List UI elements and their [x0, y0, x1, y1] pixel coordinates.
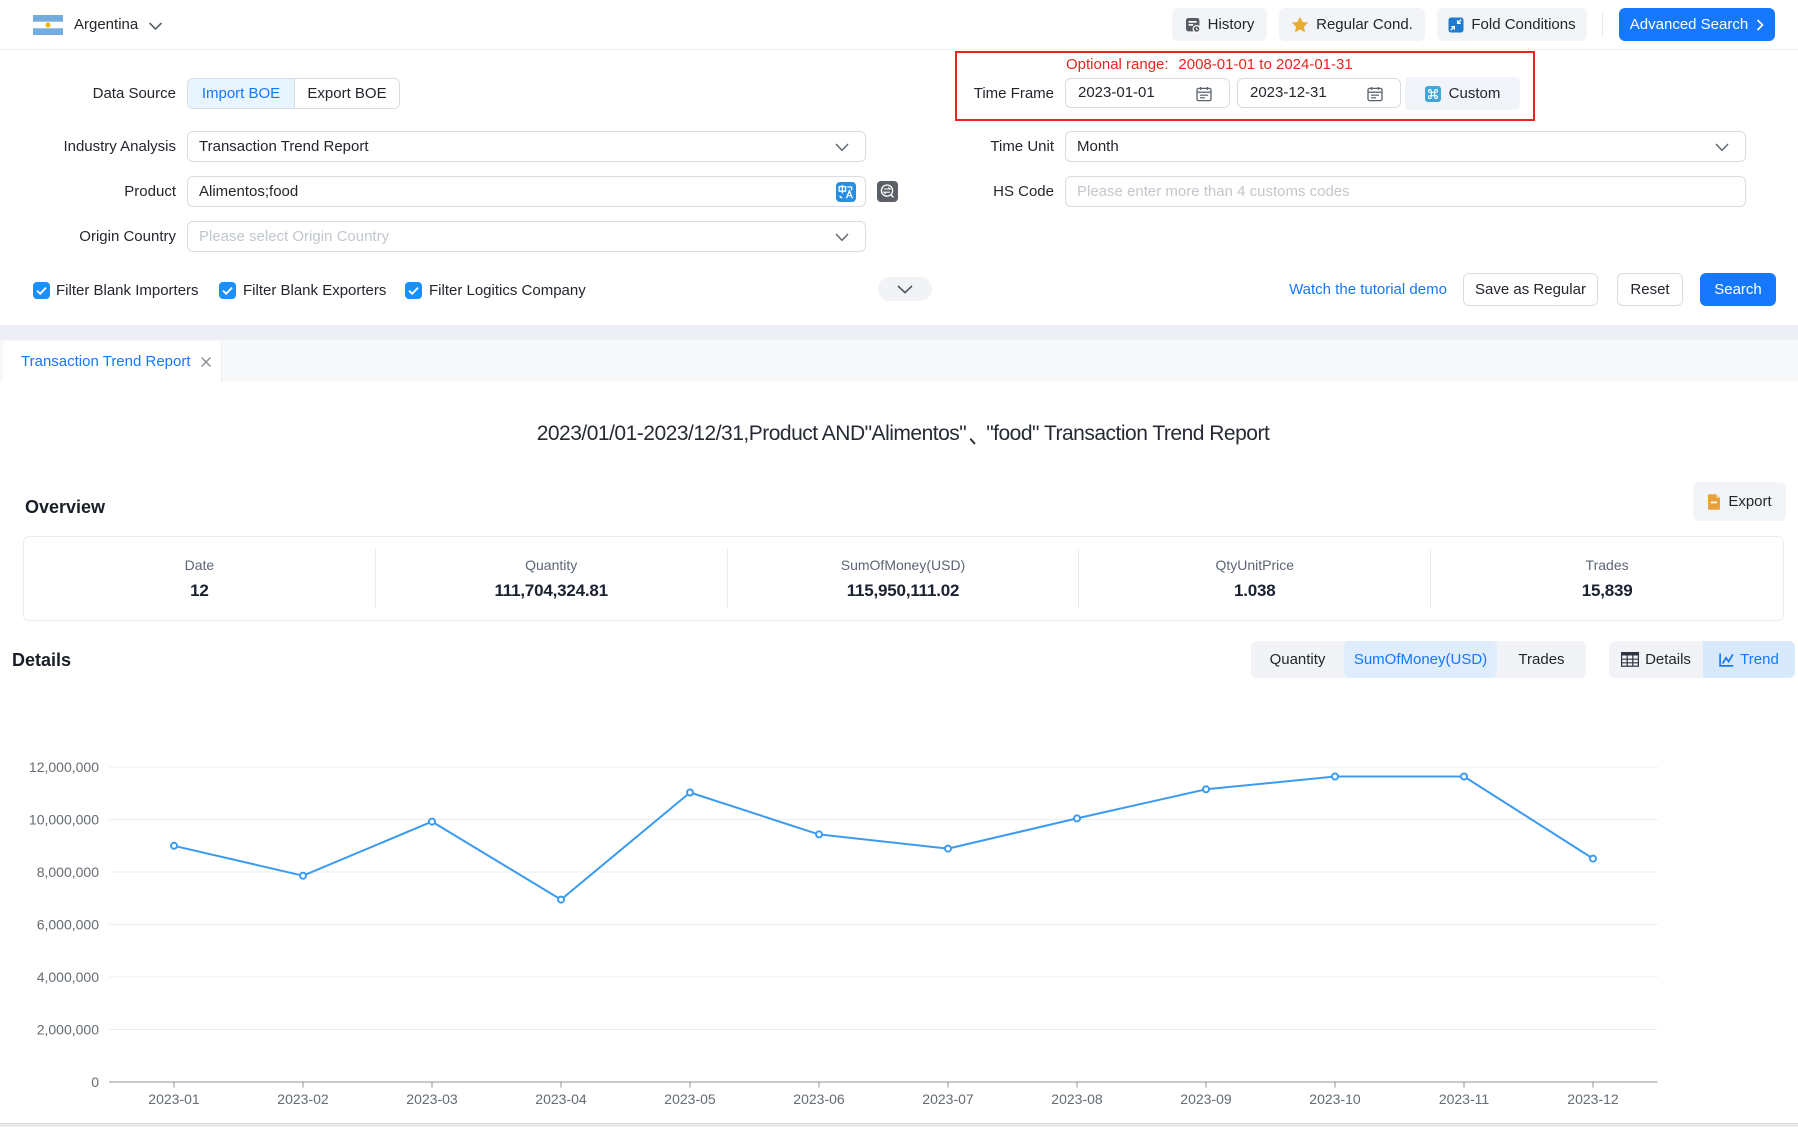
svg-text:2023-04: 2023-04: [535, 1091, 587, 1107]
svg-text:2023-03: 2023-03: [406, 1091, 458, 1107]
svg-text:10,000,000: 10,000,000: [29, 812, 99, 828]
svg-text:2023-02: 2023-02: [277, 1091, 329, 1107]
svg-text:0: 0: [91, 1074, 99, 1090]
svg-text:12,000,000: 12,000,000: [29, 759, 99, 775]
svg-text:2023-06: 2023-06: [793, 1091, 845, 1107]
svg-text:2023-10: 2023-10: [1309, 1091, 1361, 1107]
svg-text:6,000,000: 6,000,000: [37, 917, 99, 933]
svg-text:8,000,000: 8,000,000: [37, 864, 99, 880]
svg-text:2023-07: 2023-07: [922, 1091, 974, 1107]
svg-text:2023-11: 2023-11: [1439, 1091, 1490, 1107]
svg-text:2,000,000: 2,000,000: [37, 1022, 99, 1038]
svg-text:2023-12: 2023-12: [1567, 1091, 1619, 1107]
svg-text:2023-01: 2023-01: [148, 1091, 200, 1107]
svg-text:2023-05: 2023-05: [664, 1091, 716, 1107]
svg-text:2023-08: 2023-08: [1051, 1091, 1103, 1107]
svg-text:2023-09: 2023-09: [1180, 1091, 1232, 1107]
svg-text:4,000,000: 4,000,000: [37, 969, 99, 985]
